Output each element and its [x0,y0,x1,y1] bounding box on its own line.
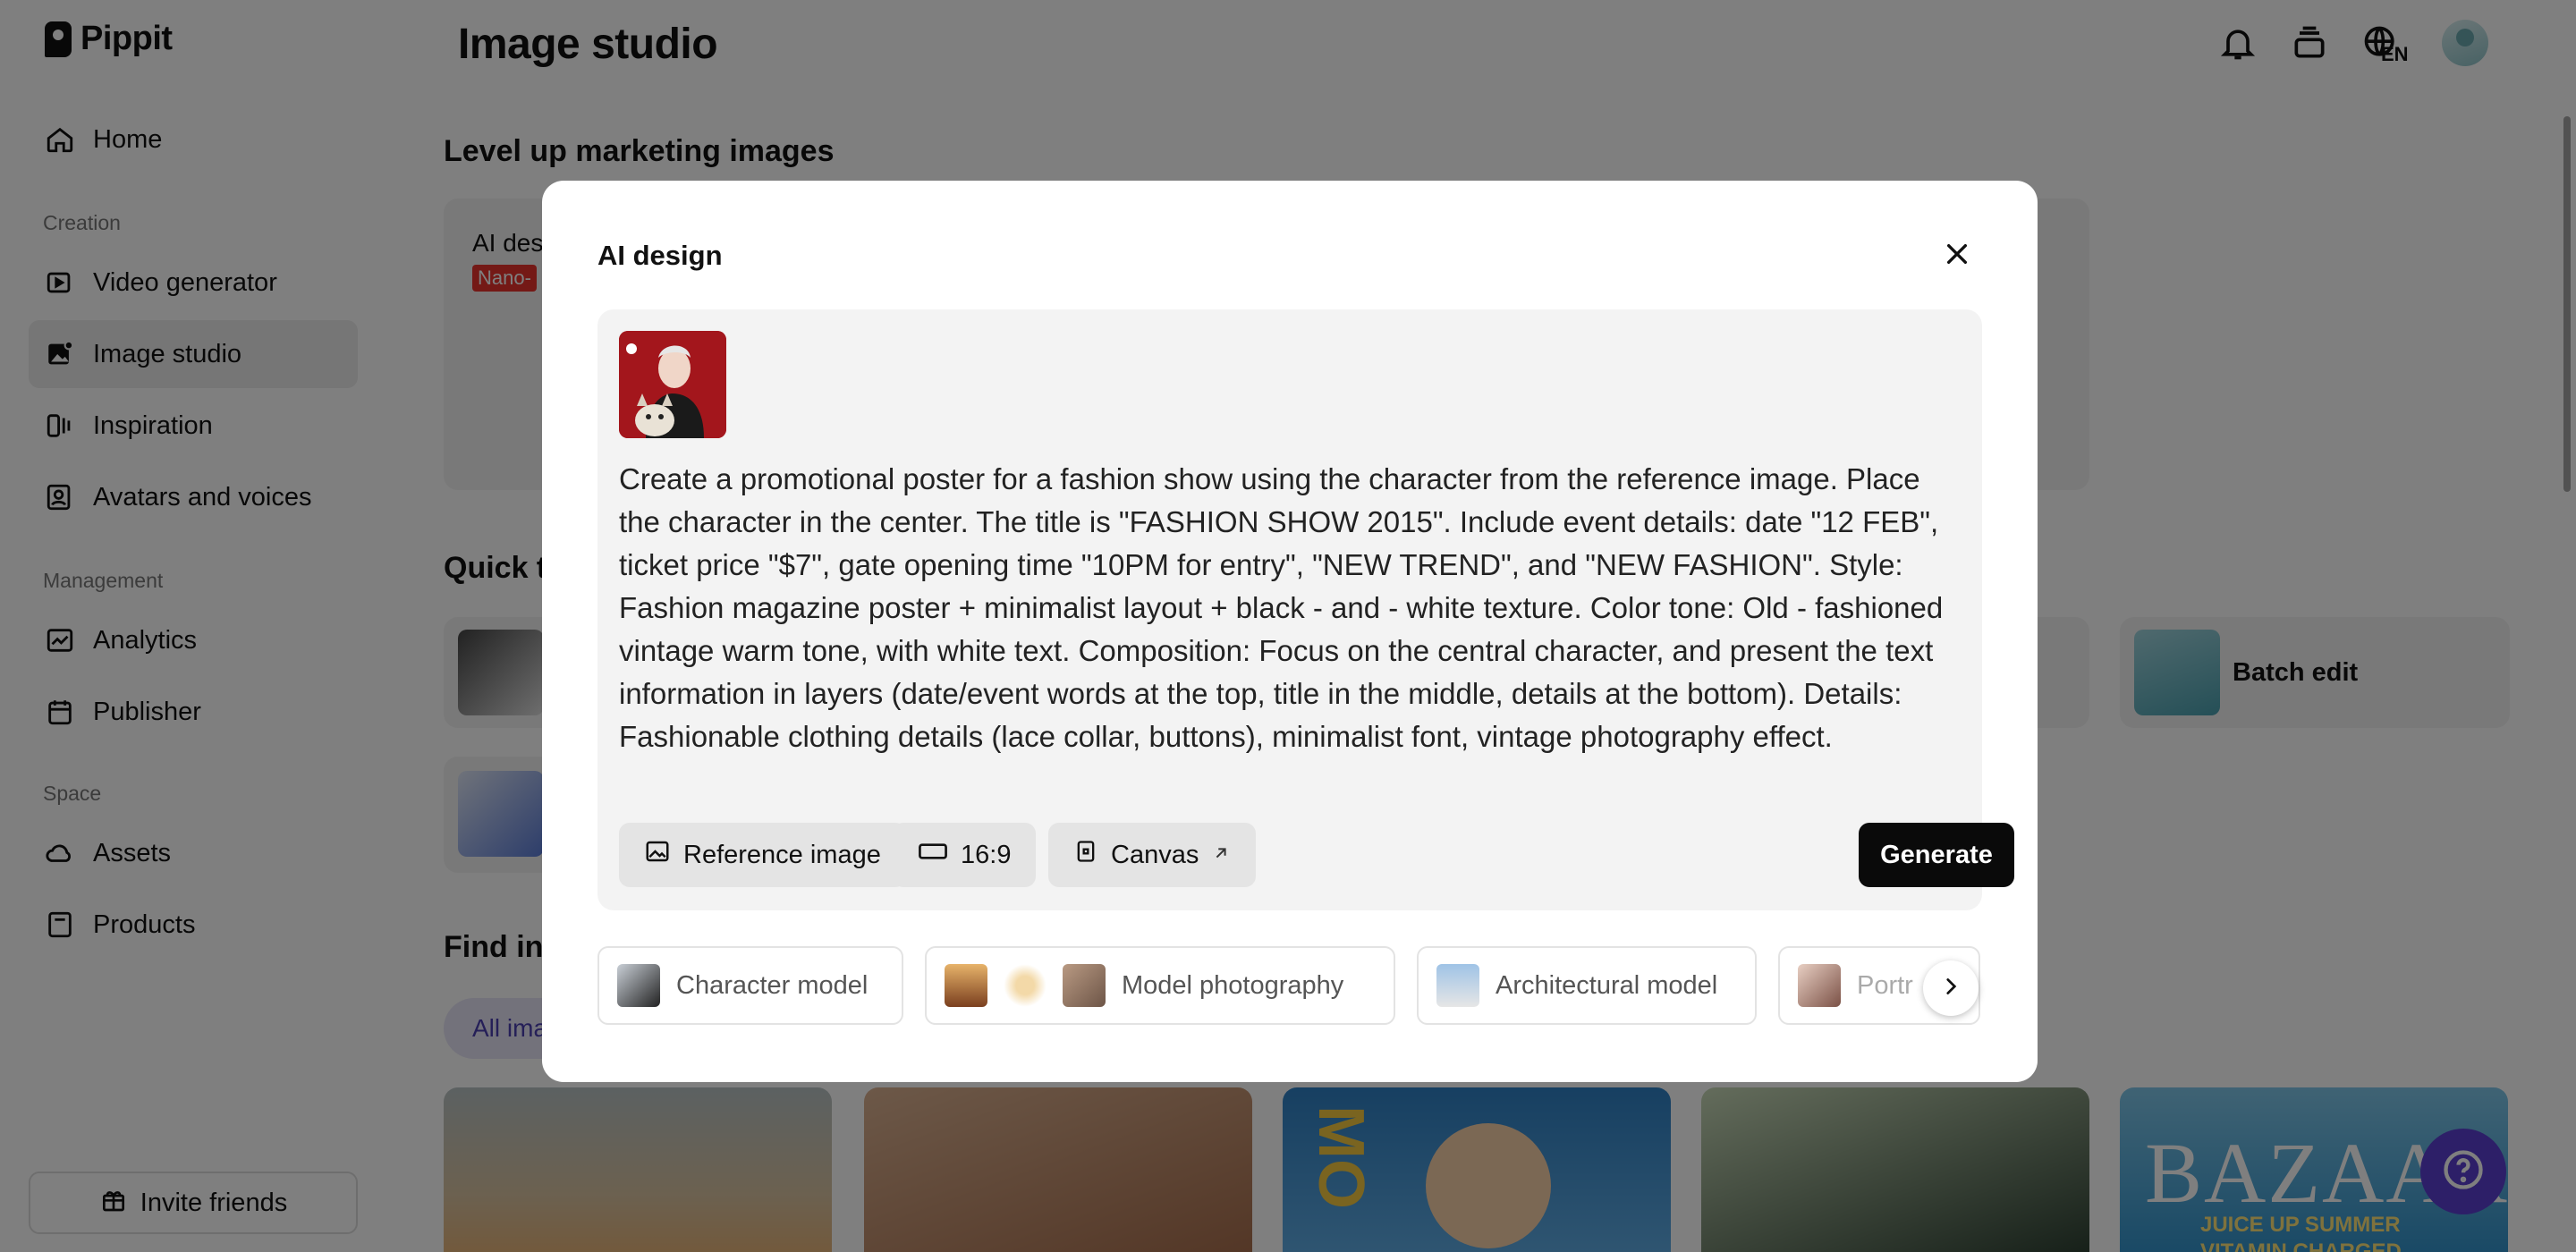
aspect-ratio-label: 16:9 [961,840,1012,869]
close-button[interactable] [1937,236,1977,275]
suggestion-thumbnail [1798,964,1841,1007]
suggestion-label: Portr [1857,970,1913,1000]
external-arrow-icon [1211,841,1231,870]
page-scrollbar[interactable] [2563,116,2571,492]
suggestion-model-photography[interactable]: Model photography [925,946,1395,1025]
suggestion-thumbnail [617,964,660,1007]
suggestion-thumbnail [1004,964,1046,1007]
modal-title: AI design [597,240,723,271]
suggestions-next-button[interactable] [1923,960,1979,1016]
aspect-ratio-button[interactable]: 16:9 [893,823,1037,887]
suggestion-thumbnail [1063,964,1106,1007]
generate-button[interactable]: Generate [1859,823,2014,887]
reference-image-button[interactable]: Reference image [619,823,906,887]
canvas-button[interactable]: Canvas [1048,823,1257,887]
suggestion-label: Model photography [1122,970,1344,1000]
canvas-icon [1073,838,1098,872]
suggestion-thumbnail [945,964,987,1007]
canvas-label: Canvas [1111,840,1199,869]
reference-image-label: Reference image [683,840,881,869]
aspect-ratio-icon [918,838,948,872]
suggestion-label: Architectural model [1496,970,1718,1000]
image-icon [644,838,671,872]
chevron-right-icon [1939,975,1962,1002]
close-icon [1943,240,1971,273]
suggestion-label: Character model [676,970,869,1000]
ai-design-modal: AI design Create a promotional poster fo… [542,181,2038,1082]
prompt-box[interactable]: Create a promotional poster for a fashio… [597,309,2014,910]
suggestion-character-model[interactable]: Character model [597,946,903,1025]
suggestion-thumbnail [1436,964,1479,1007]
reference-image-thumbnail[interactable] [619,331,726,438]
prompt-textarea[interactable]: Create a promotional poster for a fashio… [619,458,1961,758]
suggestion-architectural-model[interactable]: Architectural model [1417,946,1757,1025]
